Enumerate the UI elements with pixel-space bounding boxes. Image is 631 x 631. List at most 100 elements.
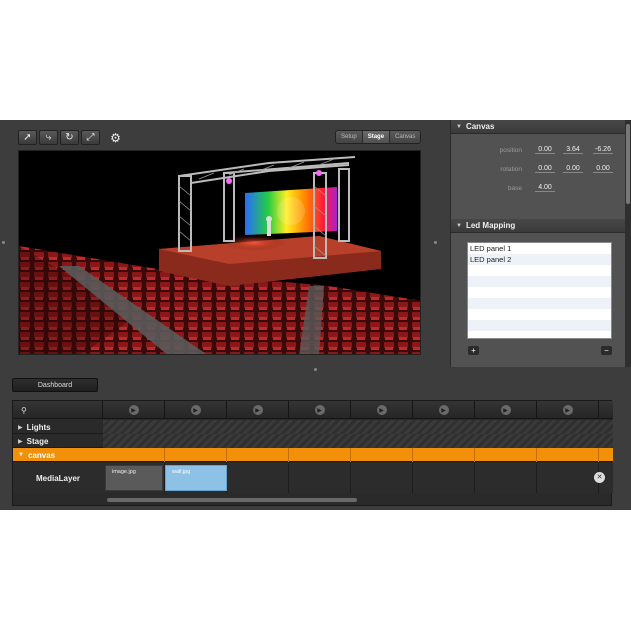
cue-cell[interactable] <box>227 448 289 462</box>
cue-cell[interactable] <box>165 448 227 462</box>
play-icon: ▶ <box>255 407 260 414</box>
resize-handle-dot[interactable] <box>2 241 5 244</box>
cue-cell[interactable] <box>537 448 599 462</box>
cue-cell: ▶ <box>289 401 351 419</box>
rotate-icon: ↻ <box>65 132 74 143</box>
timeline-scrollbar[interactable] <box>103 497 613 503</box>
inspector-scrollbar[interactable] <box>625 120 631 367</box>
play-icon: ▶ <box>379 407 384 414</box>
media-layer-label: MediaLayer <box>35 473 81 483</box>
gear-icon: ⚙ <box>110 130 121 145</box>
cue-cell: ▶ <box>475 401 537 419</box>
media-clip-selected[interactable]: wall.jpg <box>165 465 227 491</box>
empty-list-row <box>468 309 611 320</box>
list-item[interactable]: LED panel 1 <box>468 243 611 254</box>
resize-handle-dot[interactable] <box>314 368 317 371</box>
tab-setup[interactable]: Setup <box>336 131 363 143</box>
position-x-field[interactable]: 0.00 <box>535 146 555 154</box>
tab-canvas[interactable]: Canvas <box>390 131 421 143</box>
led-mapping-panel-header[interactable]: ▼ Led Mapping <box>451 219 625 233</box>
track-label: Stage <box>26 436 49 446</box>
timeline-header: ⚲ ▶ ▶ ▶ ▶ ▶ ▶ ▶ ▶ <box>13 401 613 419</box>
media-cell[interactable] <box>351 463 413 493</box>
disclosure-triangle-icon: ▼ <box>456 123 462 130</box>
media-cell[interactable] <box>537 463 599 493</box>
track-label: Lights <box>26 422 51 432</box>
media-cell[interactable] <box>289 463 351 493</box>
track-label-lights[interactable]: ▶ Lights <box>13 420 103 434</box>
track-hatch-area <box>103 420 613 434</box>
media-cell[interactable] <box>413 463 475 493</box>
rotation-row: rotation 0.00 0.00 0.00 <box>451 163 626 175</box>
play-button[interactable]: ▶ <box>438 405 449 415</box>
scale-tool-button[interactable]: ⤢ <box>81 130 100 145</box>
scrollbar-thumb[interactable] <box>107 498 357 502</box>
minus-icon: − <box>604 346 609 355</box>
play-button[interactable]: ▶ <box>252 405 263 415</box>
base-label: base <box>507 184 522 192</box>
timeline-search[interactable]: ⚲ <box>13 401 103 419</box>
dashboard-button[interactable]: Dashboard <box>12 378 98 392</box>
base-field[interactable]: 4.00 <box>535 184 555 192</box>
cue-cell[interactable] <box>289 448 351 462</box>
canvas-properties: position 0.00 3.64 -6.26 rotation 0.00 0… <box>451 134 625 219</box>
cursor-tool-button[interactable]: ➚ <box>18 130 37 145</box>
cue-cell[interactable] <box>413 448 475 462</box>
play-icon: ▶ <box>441 407 446 414</box>
empty-list-row <box>468 276 611 287</box>
cue-cell: ▶ <box>165 401 227 419</box>
timeline: ⚲ ▶ ▶ ▶ ▶ ▶ ▶ ▶ ▶ ▶ Lights ▶ Stage ▼ canvas <box>12 400 613 506</box>
track-lights: ▶ Lights <box>13 420 613 434</box>
inspector-panel: ▼ Canvas position 0.00 3.64 -6.26 rotati… <box>450 120 625 367</box>
search-icon: ⚲ <box>21 405 27 415</box>
disclosure-triangle-icon: ▼ <box>18 452 24 458</box>
position-y-field[interactable]: 3.64 <box>563 146 583 154</box>
media-cell[interactable] <box>227 463 289 493</box>
play-button[interactable]: ▶ <box>190 405 201 415</box>
stage-viewport[interactable] <box>18 150 421 355</box>
play-button[interactable]: ▶ <box>314 405 325 415</box>
rotate-tool-button[interactable]: ↻ <box>60 130 79 145</box>
track-label-stage[interactable]: ▶ Stage <box>13 434 103 448</box>
play-button[interactable]: ▶ <box>500 405 511 415</box>
remove-layer-button[interactable]: ✕ <box>594 472 605 483</box>
plus-icon: + <box>471 346 476 355</box>
move-tool-button[interactable]: ⤷ <box>39 130 58 145</box>
remove-led-panel-button[interactable]: − <box>601 346 612 355</box>
resize-handle-dot[interactable] <box>434 241 437 244</box>
close-icon: ✕ <box>596 474 603 481</box>
disclosure-triangle-icon: ▼ <box>456 222 462 229</box>
play-icon: ▶ <box>193 407 198 414</box>
canvas-panel-header[interactable]: ▼ Canvas <box>451 120 625 134</box>
tab-stage[interactable]: Stage <box>362 131 391 143</box>
view-tabs: Setup Stage Canvas <box>335 130 422 144</box>
media-cell[interactable] <box>475 463 537 493</box>
cue-cell[interactable] <box>103 448 165 462</box>
scrollbar-thumb[interactable] <box>626 124 630 204</box>
position-row: position 0.00 3.64 -6.26 <box>451 144 626 156</box>
rotation-y-field[interactable]: 0.00 <box>563 165 583 173</box>
play-button[interactable]: ▶ <box>562 405 573 415</box>
track-label: canvas <box>27 450 56 460</box>
play-icon: ▶ <box>131 407 136 414</box>
viewport-toolbar: ➚ ⤷ ↻ ⤢ ⚙ <box>18 130 125 145</box>
led-mapping-panel: LED panel 1 LED panel 2 + − <box>451 233 625 381</box>
track-label-canvas[interactable]: ▼ canvas <box>13 448 103 462</box>
media-clip[interactable]: image.jpg <box>105 465 163 491</box>
scale-icon: ⤢ <box>86 132 95 143</box>
play-button[interactable]: ▶ <box>376 405 387 415</box>
position-z-field[interactable]: -6.26 <box>593 146 613 154</box>
rotation-z-field[interactable]: 0.00 <box>593 165 613 173</box>
play-button[interactable]: ▶ <box>128 405 139 415</box>
rotation-x-field[interactable]: 0.00 <box>535 165 555 173</box>
cue-cell[interactable] <box>475 448 537 462</box>
play-icon: ▶ <box>503 407 508 414</box>
add-led-panel-button[interactable]: + <box>468 346 479 355</box>
empty-list-row <box>468 320 611 331</box>
settings-button[interactable]: ⚙ <box>106 130 125 145</box>
list-item[interactable]: LED panel 2 <box>468 254 611 265</box>
led-panel-list[interactable]: LED panel 1 LED panel 2 <box>467 242 612 339</box>
app-window: ➚ ⤷ ↻ ⤢ ⚙ Setup Stage Canvas ▼ Canvas po… <box>0 120 631 510</box>
cue-cell[interactable] <box>351 448 413 462</box>
disclosure-triangle-icon: ▶ <box>18 424 23 431</box>
